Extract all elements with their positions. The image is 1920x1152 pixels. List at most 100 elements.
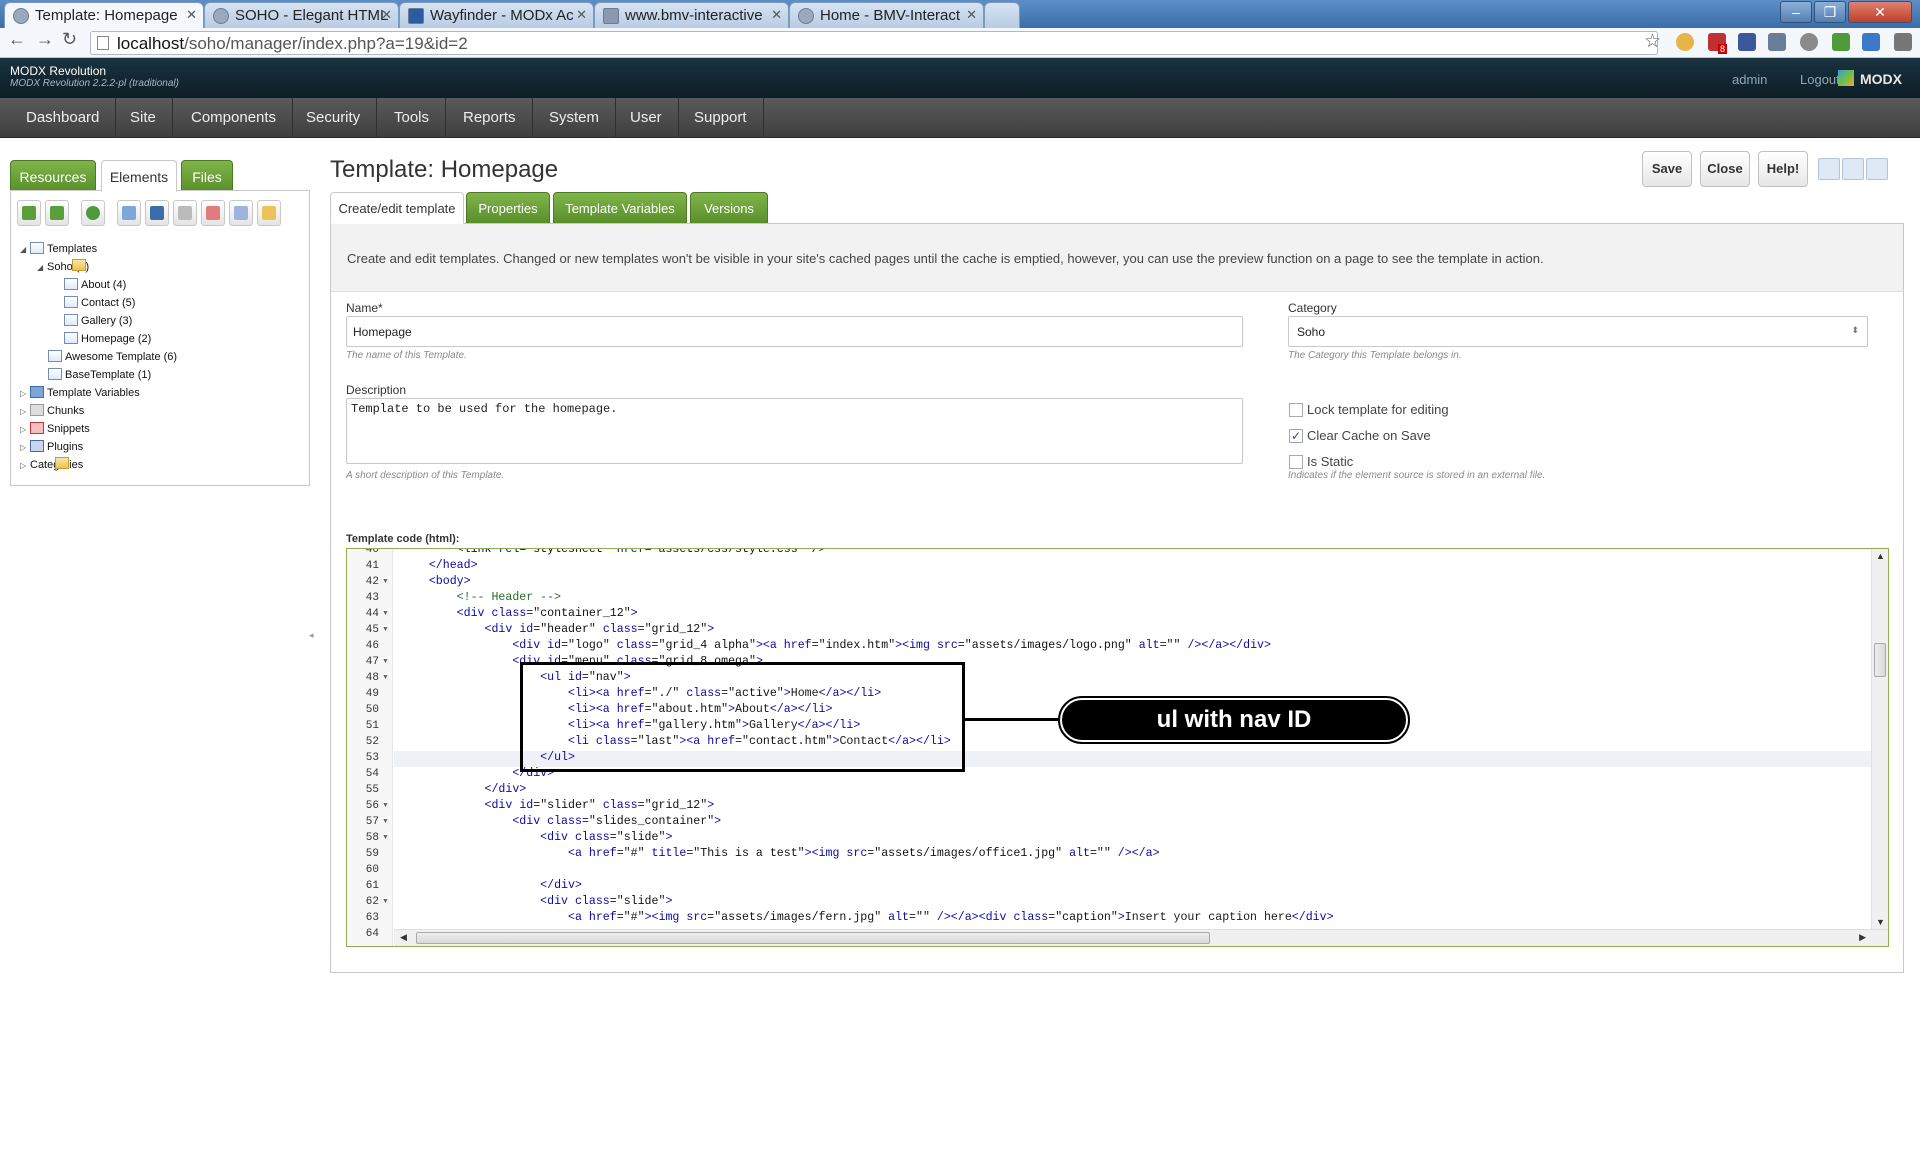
fold-marker-icon[interactable]: ▼ — [382, 894, 389, 910]
tree-gallery[interactable]: Gallery (3) — [64, 313, 132, 329]
vertical-scroll-thumb[interactable] — [1874, 643, 1886, 677]
help-button[interactable]: Help! — [1758, 151, 1808, 187]
tree-template-variables[interactable]: ▷ Template Variables — [20, 385, 140, 401]
menu-site[interactable]: Site — [114, 98, 173, 138]
fold-marker-icon[interactable]: ▼ — [382, 814, 389, 830]
horizontal-scrollbar[interactable]: ◀ ▶ — [394, 929, 1888, 946]
expand-all-button[interactable] — [17, 200, 41, 226]
close-tab-icon[interactable]: ✕ — [966, 7, 977, 23]
tree-chunks[interactable]: ▷ Chunks — [20, 403, 84, 419]
tab-versions[interactable]: Versions — [690, 192, 768, 224]
expand-toggle-icon[interactable]: ▷ — [20, 458, 30, 474]
extension-icon[interactable] — [1768, 33, 1786, 51]
new-tab-button[interactable] — [984, 2, 1020, 28]
description-textarea[interactable]: Template to be used for the homepage. — [346, 398, 1243, 464]
back-icon[interactable]: ← — [8, 29, 26, 50]
lock-template-checkbox[interactable] — [1289, 403, 1303, 417]
new-snippet-button[interactable] — [201, 200, 225, 226]
reload-icon[interactable]: ↻ — [62, 29, 77, 50]
fold-marker-icon[interactable]: ▼ — [382, 606, 389, 622]
fold-marker-icon[interactable]: ▼ — [382, 830, 389, 846]
name-input[interactable] — [346, 316, 1243, 347]
collapse-toggle-icon[interactable]: ◢ — [37, 260, 47, 276]
close-window-button[interactable]: ✕ — [1848, 1, 1912, 23]
minimize-window-button[interactable]: – — [1780, 1, 1812, 23]
close-tab-icon[interactable]: ✕ — [381, 7, 392, 23]
tree-categories[interactable]: ▷Categories — [20, 457, 83, 473]
wrench-icon[interactable] — [1894, 33, 1912, 51]
menu-security[interactable]: Security — [290, 98, 378, 138]
category-select[interactable]: Soho ⬍ — [1288, 316, 1868, 347]
url-field[interactable]: localhost/soho/manager/index.php?a=19&id… — [90, 31, 1658, 55]
tree-contact[interactable]: Contact (5) — [64, 295, 135, 311]
expand-toggle-icon[interactable]: ▷ — [20, 404, 30, 420]
close-tab-icon[interactable]: ✕ — [576, 7, 587, 23]
new-chunk-button[interactable] — [173, 200, 197, 226]
tree-templates[interactable]: ◢ Templates — [20, 241, 97, 257]
menu-components[interactable]: Components — [175, 98, 294, 138]
expand-toggle-icon[interactable]: ▷ — [20, 440, 30, 456]
menu-support[interactable]: Support — [678, 98, 764, 138]
fold-marker-icon[interactable]: ▼ — [382, 798, 389, 814]
scroll-left-icon[interactable]: ◀ — [400, 932, 407, 943]
tab-create-edit-template[interactable]: Create/edit template — [330, 192, 464, 224]
tab-files[interactable]: Files — [181, 160, 233, 192]
maximize-window-button[interactable]: ❐ — [1814, 1, 1846, 23]
collapse-toggle-icon[interactable]: ◢ — [20, 242, 30, 258]
forward-icon[interactable]: → — [36, 29, 54, 50]
browser-tab-wayfinder[interactable]: Wayfinder - MODx Ac ✕ — [399, 2, 594, 28]
save-button[interactable]: Save — [1642, 151, 1692, 187]
tree-about[interactable]: About (4) — [64, 277, 126, 293]
menu-tools[interactable]: Tools — [378, 98, 447, 138]
menu-user[interactable]: User — [614, 98, 679, 138]
browser-tab-template-homepage[interactable]: Template: Homepage ✕ — [4, 2, 204, 28]
expand-toggle-icon[interactable]: ▷ — [20, 422, 30, 438]
menu-reports[interactable]: Reports — [447, 98, 533, 138]
tab-elements[interactable]: Elements — [101, 160, 177, 192]
tree-snippets[interactable]: ▷ Snippets — [20, 421, 90, 437]
menu-dashboard[interactable]: Dashboard — [10, 98, 117, 138]
bookmark-star-icon[interactable]: ☆ — [1644, 30, 1661, 53]
new-plugin-button[interactable] — [229, 200, 253, 226]
panel-splitter[interactable]: ◂ — [309, 630, 314, 641]
menu-system[interactable]: System — [533, 98, 617, 138]
expand-toggle-icon[interactable]: ▷ — [20, 386, 30, 402]
layout-view-icon[interactable] — [1866, 158, 1888, 180]
refresh-button[interactable] — [81, 200, 105, 226]
tree-soho[interactable]: ◢ Soho (4) — [37, 259, 89, 275]
close-tab-icon[interactable]: ✕ — [186, 7, 197, 23]
user-link[interactable]: admin — [1732, 72, 1767, 87]
browser-tab-soho[interactable]: SOHO - Elegant HTML ✕ — [204, 2, 399, 28]
facebook-icon[interactable] — [1738, 33, 1756, 51]
layout-view-icon[interactable] — [1842, 158, 1864, 180]
tree-homepage[interactable]: Homepage (2) — [64, 331, 151, 347]
fold-marker-icon[interactable]: ▼ — [382, 654, 389, 670]
tab-properties[interactable]: Properties — [466, 192, 550, 224]
extension-icon[interactable] — [1676, 33, 1694, 51]
new-template-button[interactable] — [117, 200, 141, 226]
tab-resources[interactable]: Resources — [10, 160, 96, 192]
fold-marker-icon[interactable]: ▼ — [382, 670, 389, 686]
tab-template-variables[interactable]: Template Variables — [553, 192, 687, 224]
tree-basetemplate[interactable]: BaseTemplate (1) — [48, 367, 151, 383]
tree-plugins[interactable]: ▷ Plugins — [20, 439, 83, 455]
horizontal-scroll-thumb[interactable] — [416, 932, 1210, 944]
browser-tab-bmv[interactable]: www.bmv-interactive ✕ — [594, 2, 789, 28]
scroll-right-icon[interactable]: ▶ — [1859, 932, 1866, 943]
tree-awesome-template[interactable]: Awesome Template (6) — [48, 349, 177, 365]
is-static-checkbox[interactable] — [1289, 455, 1303, 469]
browser-tab-bmv-home[interactable]: Home - BMV-Interact ✕ — [789, 2, 984, 28]
close-tab-icon[interactable]: ✕ — [771, 7, 782, 23]
collapse-all-button[interactable] — [45, 200, 69, 226]
gear-icon[interactable] — [1800, 33, 1818, 51]
vertical-scrollbar[interactable]: ▲ ▼ — [1871, 549, 1888, 929]
close-button[interactable]: Close — [1700, 151, 1750, 187]
new-category-button[interactable] — [257, 200, 281, 226]
layout-view-icon[interactable] — [1818, 158, 1840, 180]
scroll-up-icon[interactable]: ▲ — [1876, 551, 1885, 561]
fold-marker-icon[interactable]: ▼ — [382, 622, 389, 638]
fold-marker-icon[interactable]: ▼ — [382, 574, 389, 590]
scroll-down-icon[interactable]: ▼ — [1876, 917, 1885, 927]
clear-cache-checkbox[interactable]: ✓ — [1289, 429, 1303, 443]
logout-link[interactable]: Logout — [1800, 72, 1840, 87]
